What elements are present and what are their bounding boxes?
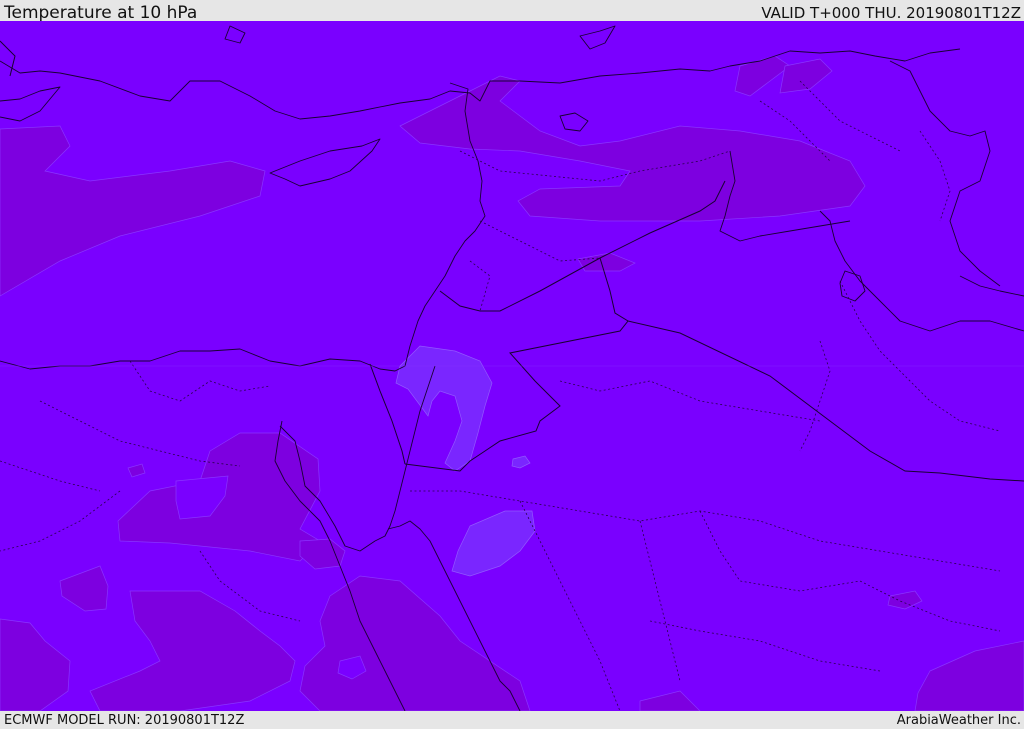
footer-bar: ECMWF MODEL RUN: 20190801T12Z ArabiaWeat… [0, 711, 1024, 729]
model-run-label: ECMWF MODEL RUN: 20190801T12Z [4, 713, 245, 728]
map-title: Temperature at 10 hPa [4, 3, 198, 23]
header-bar: Temperature at 10 hPa VALID T+000 THU. 2… [0, 0, 1024, 23]
valid-time: VALID T+000 THU. 20190801T12Z [761, 4, 1021, 22]
weather-map [0, 21, 1024, 711]
credit-label: ArabiaWeather Inc. [896, 713, 1021, 728]
